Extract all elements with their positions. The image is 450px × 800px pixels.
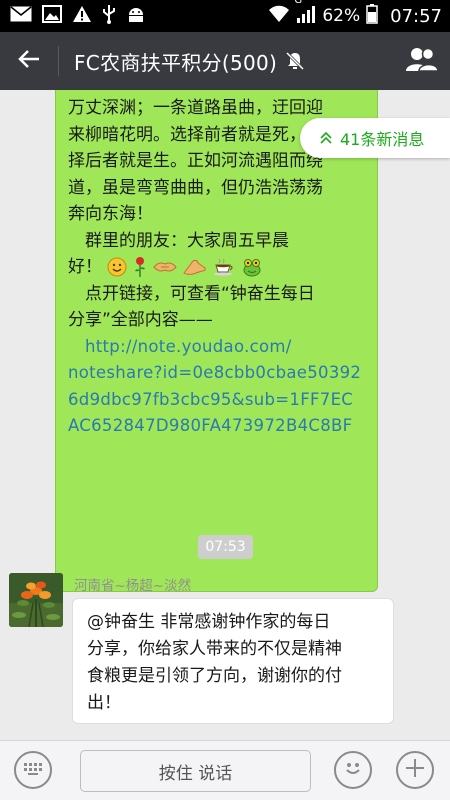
smile-emoji: [107, 257, 127, 277]
warning-icon: [72, 5, 92, 27]
battery-icon: [366, 4, 378, 28]
group-members-icon: [405, 46, 439, 76]
message-text-line: 食粮更是引领了方向，谢谢你的付: [87, 666, 342, 686]
message-timestamp: 07:53: [198, 535, 253, 559]
message-text-line: 分享，你给家人带来的不仅是精神: [87, 639, 342, 659]
frog-emoji: [241, 257, 263, 277]
new-messages-label: 41条新消息: [340, 130, 425, 149]
signal-icon: G: [294, 0, 316, 28]
outgoing-message-bubble[interactable]: 万丈深渊；一条道路虽曲，迂回迎 来柳暗花明。选择前者就是死，选 择后者就是生。正…: [55, 90, 378, 592]
message-text-line: 分享”全部内容——: [68, 310, 213, 330]
more-actions-button[interactable]: [396, 751, 434, 789]
emoji-button[interactable]: [334, 751, 372, 789]
wifi-icon: [268, 5, 290, 27]
message-text-line: 奔向东海！: [68, 204, 153, 224]
arrow-left-icon: [18, 49, 40, 73]
new-messages-button[interactable]: 41条新消息: [300, 118, 450, 158]
double-chevron-up-icon: [320, 131, 332, 145]
android-icon: [126, 5, 146, 27]
message-text-line: 点开链接，可查看“钟奋生每日: [68, 283, 315, 304]
back-button[interactable]: [0, 32, 58, 90]
hold-to-talk-button[interactable]: 按住 说话: [80, 750, 311, 792]
mail-icon: [10, 6, 32, 26]
keyboard-toggle-button[interactable]: [14, 751, 52, 789]
avatar[interactable]: [9, 573, 63, 627]
message-link[interactable]: http://note.youdao.com/: [68, 334, 367, 361]
input-bar: 按住 说话: [0, 740, 450, 800]
message-text-line: 群里的朋友：大家周五早晨: [68, 230, 289, 251]
sender-name: 河南省~杨超~淡然: [74, 578, 192, 594]
usb-icon: [102, 4, 116, 28]
message-link[interactable]: 6d9dbc97fb3cbc95&sub=1FF7EC: [68, 387, 367, 414]
clock: 07:57: [390, 5, 442, 27]
battery-percent: 62%: [322, 6, 361, 26]
message-link[interactable]: noteshare?id=0e8cbb0cbae50392: [68, 360, 367, 387]
emoji-icon: [341, 756, 365, 784]
bell-muted-icon: [285, 51, 305, 71]
image-icon: [42, 5, 62, 27]
message-text: 好！: [68, 257, 102, 277]
chat-area[interactable]: 万丈深渊；一条道路虽曲，迂回迎 来柳暗花明。选择前者就是死，选 择后者就是生。正…: [0, 90, 450, 740]
fist-emoji: [183, 258, 207, 276]
keyboard-icon: [23, 761, 43, 780]
message-text-line: 道，虽是弯弯曲曲，但仍浩浩荡荡: [68, 177, 323, 198]
message-text-line: @钟奋生 非常感谢钟作家的每日: [87, 612, 331, 632]
handshake-emoji: [153, 258, 178, 276]
incoming-message-bubble[interactable]: @钟奋生 非常感谢钟作家的每日 分享，你给家人带来的不仅是精神 食粮更是引领了方…: [72, 598, 394, 724]
coffee-emoji: [213, 258, 235, 276]
message-text-line: 出！: [87, 693, 121, 713]
group-info-button[interactable]: [404, 45, 440, 77]
header-divider: [58, 46, 59, 76]
status-bar: G 62% 07:57: [0, 0, 450, 32]
plus-icon: [404, 757, 426, 783]
emoji-row: [107, 256, 263, 278]
message-link[interactable]: AC652847D980FA473972B4C8BF: [68, 413, 367, 440]
rose-emoji: [133, 256, 147, 278]
chat-header: FC农商扶平积分(500): [0, 32, 450, 90]
chat-title: FC农商扶平积分(500): [74, 50, 278, 75]
message-text-line-with-emojis: 好！: [68, 254, 367, 281]
